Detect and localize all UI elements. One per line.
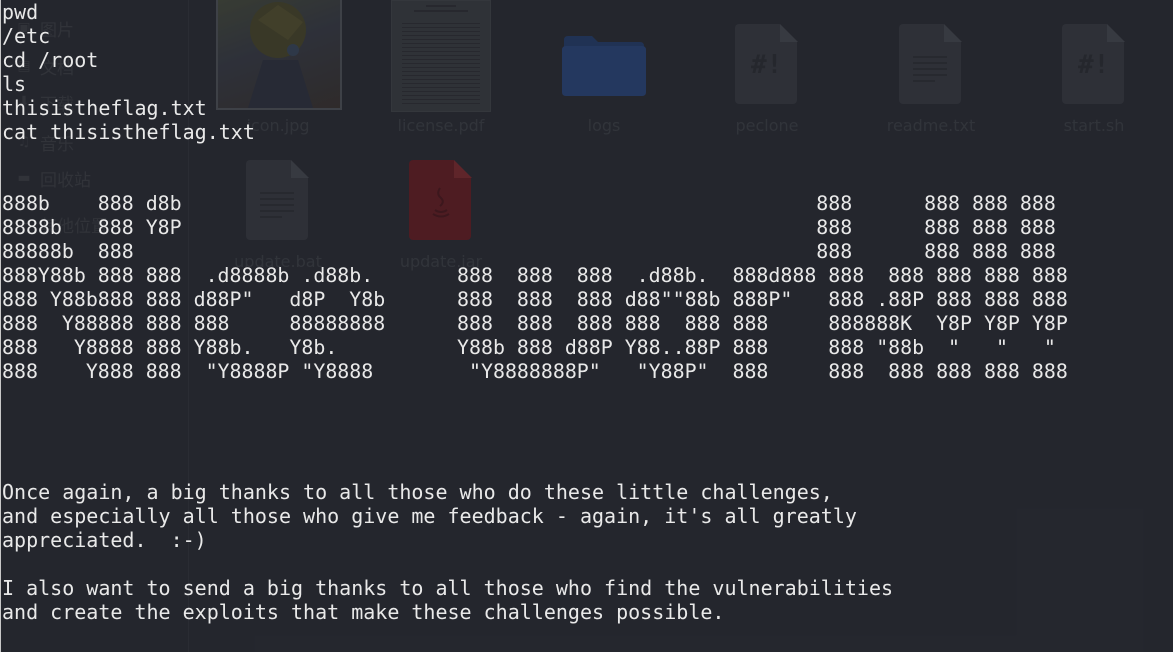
terminal-line: cat thisistheflag.txt xyxy=(2,120,255,144)
terminal-line: /etc xyxy=(2,24,51,48)
terminal-message-line: and especially all those who give me fee… xyxy=(2,504,857,528)
terminal-message-line: and create the exploits that make these … xyxy=(2,600,725,624)
terminal-message-line: I also want to send a big thanks to all … xyxy=(2,576,894,600)
terminal-line: thisistheflag.txt xyxy=(2,96,207,120)
terminal-border xyxy=(0,0,1,652)
ascii-banner-line: 8888b 888 Y8P 888 888 888 888 xyxy=(2,216,1056,239)
ascii-banner-line: 88888b 888 888 888 888 888 xyxy=(2,240,1056,263)
terminal-line: ls xyxy=(2,72,27,96)
terminal-window[interactable]: pwd /etc cd /root ls thisistheflag.txt c… xyxy=(0,0,1173,652)
terminal-message-line: appreciated. :-) xyxy=(2,528,207,552)
ascii-banner-line: 888Y88b 888 888 .d8888b .d88b. 888 888 8… xyxy=(2,264,1068,287)
ascii-banner-line: 888b 888 d8b 888 888 888 888 xyxy=(2,192,1056,215)
terminal-message-line: Once again, a big thanks to all those wh… xyxy=(2,480,833,504)
ascii-banner-line: 888 Y888 888 "Y8888P "Y8888 "Y8888888P" … xyxy=(2,360,1068,383)
terminal-line: pwd xyxy=(2,0,39,24)
ascii-banner-line: 888 Y88888 888 888 88888888 888 888 888 … xyxy=(2,312,1068,335)
terminal-line: cd /root xyxy=(2,48,99,72)
ascii-banner-line: 888 Y8888 888 Y88b. Y8b. Y88b 888 d88P Y… xyxy=(2,336,1056,359)
ascii-banner-line: 888 Y88b888 888 d88P" d8P Y8b 888 888 88… xyxy=(2,288,1068,311)
